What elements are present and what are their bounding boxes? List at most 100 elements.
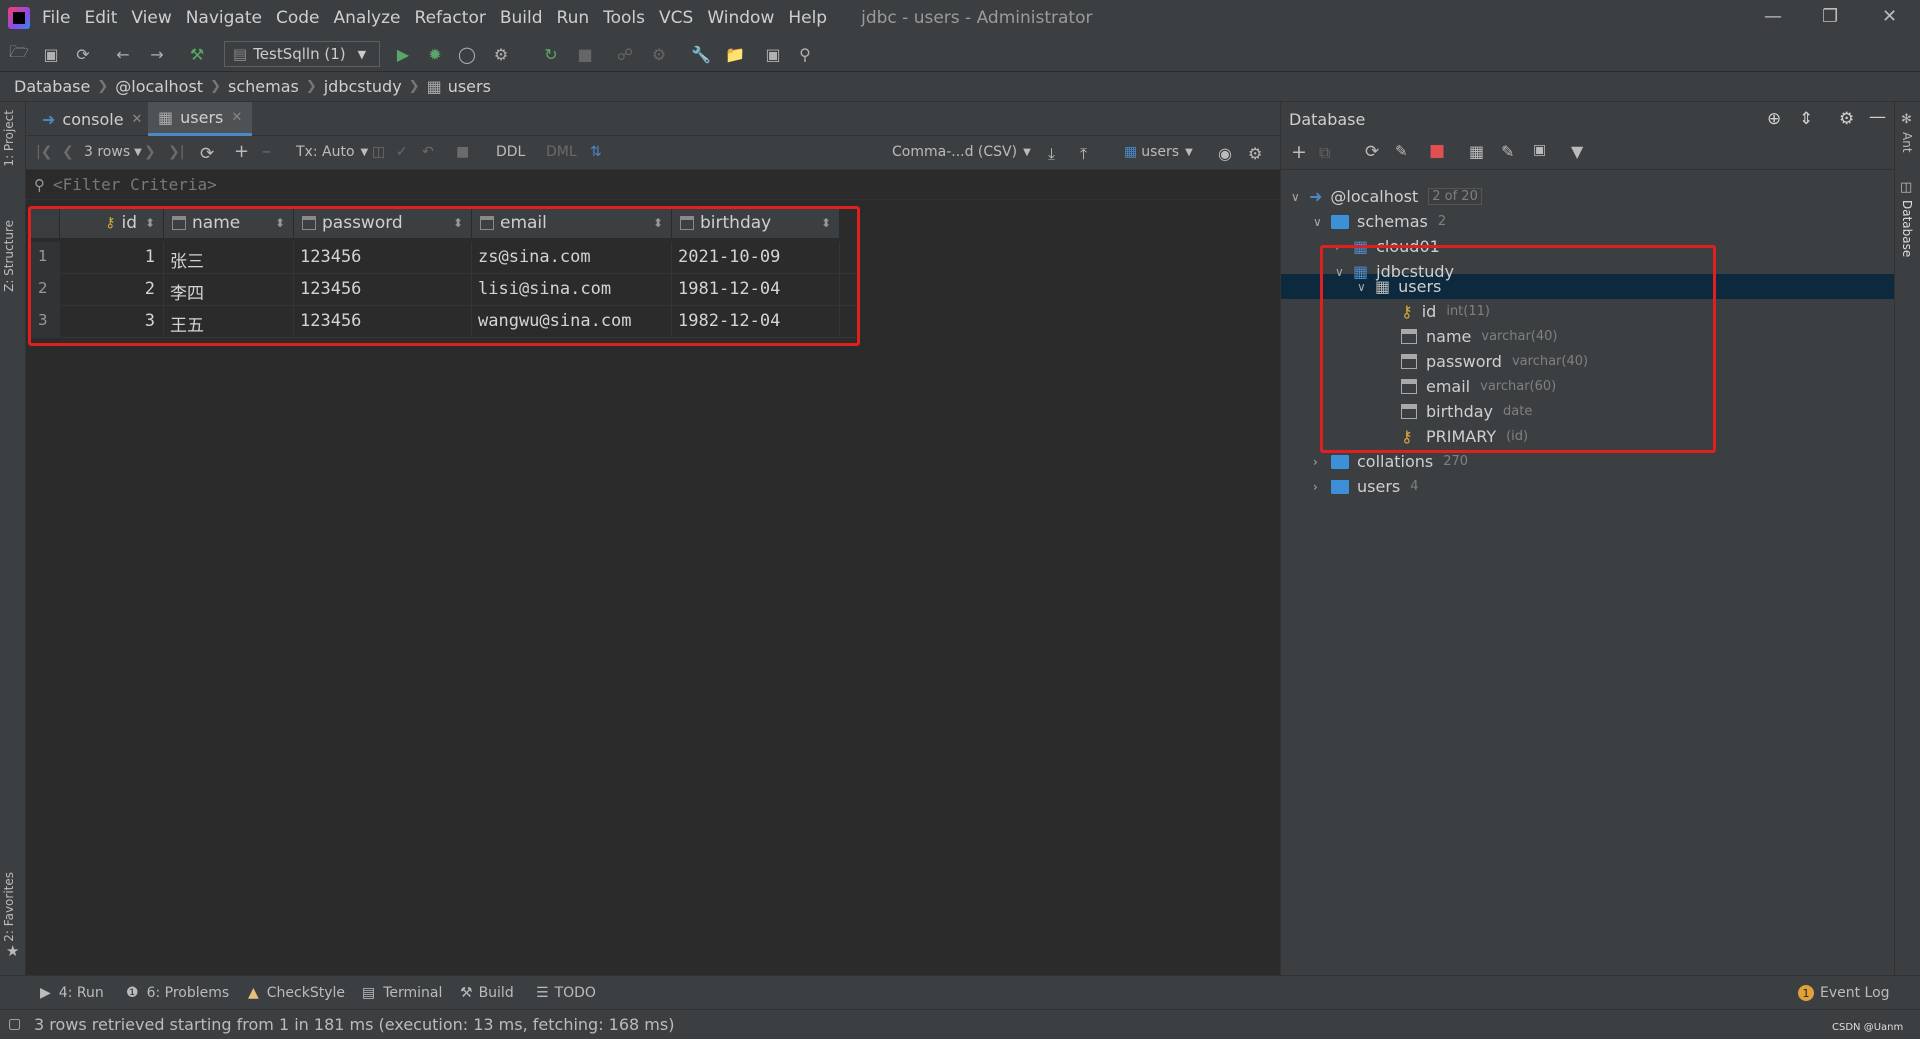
tree-node-localhost[interactable]: ∨ ➜ @localhost 2 of 20 xyxy=(1291,184,1482,209)
menu-run[interactable]: Run xyxy=(557,8,590,28)
ant-tool-tab[interactable]: Ant xyxy=(1900,132,1914,153)
run-tool-button[interactable]: ▶ 4: Run xyxy=(40,985,104,1001)
next-page-icon: ❯ xyxy=(144,144,156,160)
terminal-tool-button[interactable]: ▤ Terminal xyxy=(362,985,442,1001)
favorites-tool-tab[interactable]: 2: Favorites xyxy=(2,872,16,942)
open-folder-icon[interactable]: 🗁 xyxy=(8,42,30,65)
target-select[interactable]: ▦ users ▼ xyxy=(1124,144,1193,160)
breadcrumb-localhost[interactable]: @localhost xyxy=(115,77,203,96)
breadcrumb-jdbcstudy[interactable]: jdbcstudy xyxy=(324,77,402,96)
stop-icon[interactable]: ■ xyxy=(1429,141,1445,161)
menu-analyze[interactable]: Analyze xyxy=(334,8,401,28)
table-icon: ▦ xyxy=(158,108,174,127)
layout-toggle-icon[interactable]: ▢ xyxy=(8,1016,21,1032)
stop-icon: ■ xyxy=(577,44,593,64)
problems-tool-button[interactable]: ❶ 6: Problems xyxy=(126,985,229,1001)
build-tool-button[interactable]: ⚒ Build xyxy=(460,985,514,1001)
profile-icon[interactable]: ⚙ xyxy=(490,43,512,65)
coverage-icon[interactable]: ◯ xyxy=(456,43,478,65)
search-icon: ⚲ xyxy=(34,175,45,194)
menu-file[interactable]: File xyxy=(42,8,70,28)
tree-node-users-group[interactable]: › users 4 xyxy=(1313,474,1419,499)
menu-refactor[interactable]: Refactor xyxy=(415,8,486,28)
download-icon[interactable]: ⤓ xyxy=(1048,144,1055,164)
event-log-button[interactable]: 1 Event Log xyxy=(1798,985,1890,1001)
save-icon[interactable]: ▣ xyxy=(40,43,62,65)
menu-window[interactable]: Window xyxy=(707,8,774,28)
menu-tools[interactable]: Tools xyxy=(603,8,645,28)
upload-icon[interactable]: ⤒ xyxy=(1080,144,1087,164)
sync-icon[interactable]: ⟳ xyxy=(72,43,94,65)
add-row-icon[interactable]: + xyxy=(234,141,249,162)
breadcrumb-users[interactable]: users xyxy=(448,77,491,96)
database-tool-tab[interactable]: Database xyxy=(1900,200,1914,257)
tool-label: 4: Run xyxy=(58,985,104,1001)
settings-gear-icon[interactable]: ⚙ xyxy=(1839,109,1854,129)
edit-icon[interactable]: ✎ xyxy=(1501,142,1514,161)
refresh-icon[interactable]: ⟳ xyxy=(1365,142,1379,162)
minimize-icon[interactable]: — xyxy=(1764,6,1782,27)
main-toolbar: 🗁 ▣ ⟳ ← → ⚒ ▤ TestSqlln (1) ▼ ▶ ✹ ◯ ⚙ ↻ … xyxy=(0,36,1920,72)
intellij-logo-icon xyxy=(8,7,30,29)
target-icon[interactable]: ⊕ xyxy=(1767,109,1781,129)
build-hammer-icon[interactable]: ⚒ xyxy=(186,43,208,65)
todo-tool-button[interactable]: ☰ TODO xyxy=(536,985,596,1001)
menu-view[interactable]: View xyxy=(131,8,171,28)
view-eye-icon[interactable]: ◉ xyxy=(1218,144,1232,163)
menu-build[interactable]: Build xyxy=(500,8,543,28)
ddl-button[interactable]: DDL xyxy=(496,144,525,160)
tx-mode-select[interactable]: Tx: Auto ▼ xyxy=(296,144,368,160)
close-tab-icon[interactable]: ✕ xyxy=(132,112,143,127)
export-format-select[interactable]: Comma-...d (CSV) ▼ xyxy=(892,144,1031,160)
breadcrumb-schemas[interactable]: schemas xyxy=(228,77,299,96)
chevron-right-icon: ❯ xyxy=(408,79,420,94)
settings-gear-icon[interactable]: ⚙ xyxy=(1248,144,1262,163)
menu-navigate[interactable]: Navigate xyxy=(186,8,262,28)
filter-input[interactable]: <Filter Criteria> xyxy=(53,175,217,194)
checkstyle-tool-button[interactable]: ▲ CheckStyle xyxy=(248,985,345,1001)
tree-node-schemas[interactable]: ∨ schemas 2 xyxy=(1313,209,1446,234)
restore-icon[interactable]: ❐ xyxy=(1822,6,1838,27)
attach-debugger-icon[interactable]: ↻ xyxy=(540,43,562,65)
table-icon: ▦ xyxy=(426,77,442,96)
run-icon[interactable]: ▶ xyxy=(392,43,414,65)
menu-code[interactable]: Code xyxy=(276,8,320,28)
terminal-window-icon[interactable]: ▣ xyxy=(762,43,784,65)
close-icon[interactable]: ✕ xyxy=(1882,6,1897,27)
schema-edit-icon[interactable]: ✎ xyxy=(1395,142,1408,160)
search-icon[interactable]: ⚲ xyxy=(794,43,816,65)
refresh-icon[interactable]: ⟳ xyxy=(200,144,214,164)
project-tool-tab[interactable]: 1: Project xyxy=(2,110,16,167)
console-icon[interactable]: ▣ xyxy=(1533,142,1546,158)
rows-selector[interactable]: 3 rows ▼ xyxy=(84,144,142,160)
close-tab-icon[interactable]: ✕ xyxy=(231,110,242,125)
menu-edit[interactable]: Edit xyxy=(84,8,117,28)
tab-users[interactable]: ▦ users ✕ xyxy=(148,102,253,136)
menu-help[interactable]: Help xyxy=(788,8,827,28)
target-label: users xyxy=(1141,144,1180,160)
hide-panel-icon[interactable]: — xyxy=(1869,107,1886,127)
menu-vcs[interactable]: VCS xyxy=(659,8,693,28)
filter-icon[interactable]: ▼ xyxy=(1571,142,1583,161)
structure-tool-tab[interactable]: Z: Structure xyxy=(2,220,16,292)
breadcrumb: Database ❯ @localhost ❯ schemas ❯ jdbcst… xyxy=(0,72,1920,102)
filter-bar[interactable]: ⚲ <Filter Criteria> xyxy=(26,170,1280,200)
add-datasource-icon[interactable]: + xyxy=(1291,141,1307,163)
tool-window-bar: ▶ 4: Run ❶ 6: Problems ▲ CheckStyle ▤ Termin… xyxy=(0,975,1920,1009)
breadcrumb-database[interactable]: Database xyxy=(14,77,90,96)
wrench-icon[interactable]: 🔧 xyxy=(690,43,712,65)
project-structure-icon[interactable]: 📁 xyxy=(724,43,746,65)
tree-label: users xyxy=(1357,477,1401,496)
collapse-all-icon[interactable]: ⇕ xyxy=(1799,109,1813,129)
back-arrow-icon[interactable]: ← xyxy=(112,43,134,65)
tab-console-label: console xyxy=(62,109,124,129)
table-view-icon[interactable]: ▦ xyxy=(1469,142,1484,161)
editor-area: ➜ console ✕ ▦ users ✕ |❮ ❮ 3 rows ▼ ❯ ❯| … xyxy=(26,102,1280,975)
tab-console[interactable]: ➜ console ✕ xyxy=(32,102,152,136)
chevron-right-icon: ❯ xyxy=(97,79,109,94)
compare-icon[interactable]: ⇅ xyxy=(590,144,602,160)
rollback-icon: ↶ xyxy=(422,144,434,160)
forward-arrow-icon[interactable]: → xyxy=(146,43,168,65)
run-config-select[interactable]: ▤ TestSqlln (1) ▼ xyxy=(224,41,380,67)
debug-icon[interactable]: ✹ xyxy=(424,43,446,65)
